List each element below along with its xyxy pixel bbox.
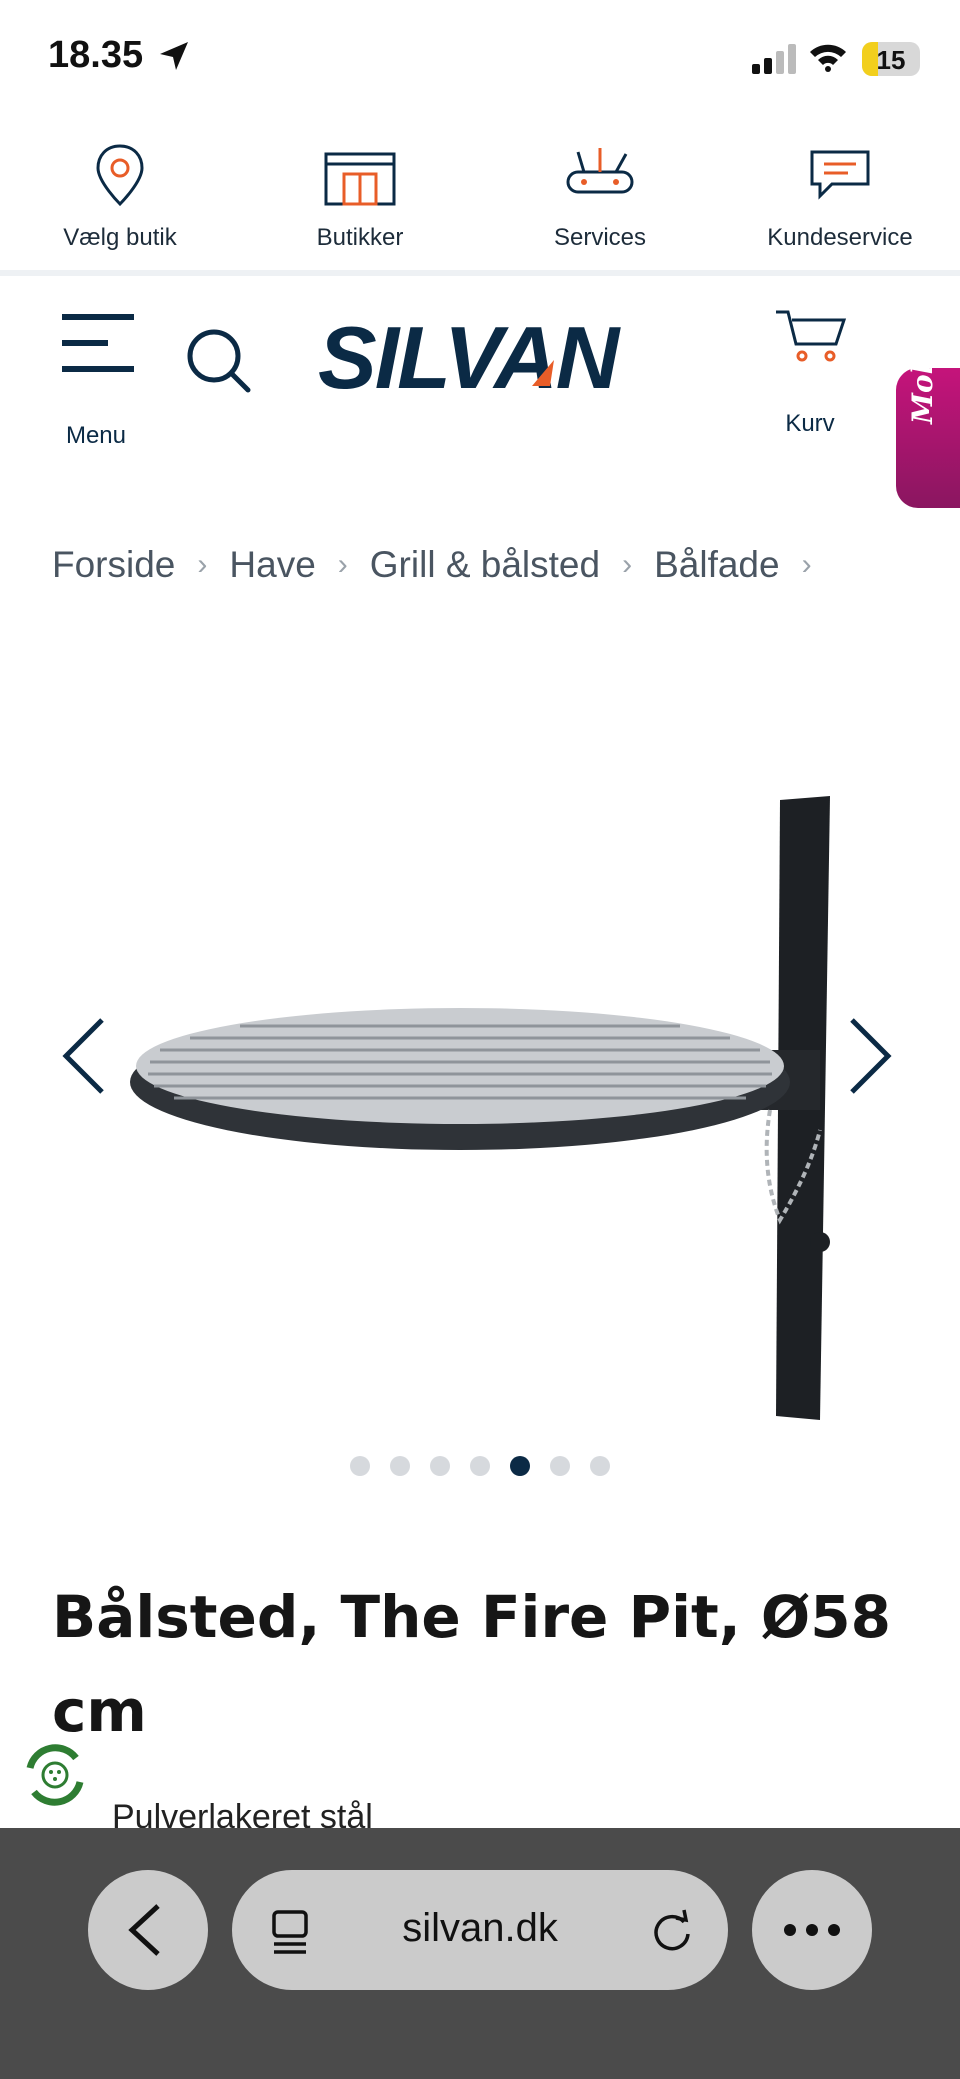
utility-item-services[interactable]: Services bbox=[480, 130, 720, 270]
utility-item-label: Butikker bbox=[316, 224, 404, 251]
chevron-right-icon: › bbox=[622, 548, 633, 581]
breadcrumb: Forside › Have › Grill & bålsted › Bålfa… bbox=[52, 540, 834, 590]
status-bar: 18.35 15 bbox=[0, 0, 960, 120]
gallery-dot[interactable] bbox=[430, 1456, 450, 1476]
gallery-dot[interactable] bbox=[470, 1456, 490, 1476]
molly-assistant-tab[interactable]: Molly bbox=[896, 337, 960, 508]
product-gallery bbox=[0, 720, 960, 1420]
utility-item-label: Vælg butik bbox=[63, 224, 177, 251]
utility-item-stores[interactable]: Butikker bbox=[240, 130, 480, 270]
utility-item-label: Kundeservice bbox=[767, 224, 913, 251]
browser-address-bar[interactable]: silvan.dk bbox=[232, 1870, 728, 1990]
battery-indicator: 15 bbox=[862, 42, 920, 76]
utility-nav: Vælg butik Butikker Services Kundeservic… bbox=[0, 120, 960, 276]
chevron-left-icon bbox=[128, 1904, 160, 1956]
hamburger-icon bbox=[62, 314, 134, 372]
menu-button[interactable]: Menu bbox=[56, 306, 136, 449]
browser-toolbar: silvan.dk bbox=[0, 1828, 960, 2079]
status-time: 18.35 bbox=[48, 34, 144, 76]
chat-icon bbox=[810, 150, 870, 200]
logo-text: SILVAN bbox=[318, 316, 622, 400]
cart-icon bbox=[776, 310, 847, 362]
silvan-logo[interactable]: SILVAN bbox=[318, 316, 644, 400]
location-arrow-icon bbox=[160, 42, 188, 70]
chevron-right-icon: › bbox=[337, 548, 348, 581]
gallery-next-arrow-icon[interactable] bbox=[846, 1016, 894, 1096]
main-header: Menu SILVAN Kurv Molly bbox=[0, 276, 960, 508]
gallery-pagination bbox=[0, 1456, 960, 1480]
browser-back-button[interactable] bbox=[88, 1870, 208, 1990]
search-icon[interactable] bbox=[186, 328, 252, 394]
breadcrumb-item[interactable]: Have bbox=[229, 544, 315, 586]
chevron-right-icon: › bbox=[801, 548, 812, 581]
gallery-dot[interactable] bbox=[350, 1456, 370, 1476]
utility-item-label: Services bbox=[553, 224, 647, 251]
breadcrumb-item[interactable]: Bålfade bbox=[654, 544, 780, 586]
breadcrumb-item[interactable]: Forside bbox=[52, 544, 175, 586]
browser-more-button[interactable] bbox=[752, 1870, 872, 1990]
reload-icon[interactable] bbox=[650, 1908, 694, 1952]
cart-button[interactable]: Kurv bbox=[770, 306, 850, 437]
wifi-icon bbox=[810, 44, 846, 72]
product-image bbox=[130, 796, 830, 1420]
product-title: Bålsted, The Fire Pit, Ø58 cm bbox=[52, 1583, 891, 1745]
gallery-dot[interactable] bbox=[550, 1456, 570, 1476]
gallery-prev-arrow-icon[interactable] bbox=[60, 1016, 108, 1096]
battery-level: 15 bbox=[876, 45, 906, 75]
cellular-signal-icon bbox=[752, 44, 796, 74]
recycle-icon[interactable] bbox=[18, 1738, 92, 1812]
gallery-dot[interactable] bbox=[390, 1456, 410, 1476]
chevron-right-icon: › bbox=[197, 548, 208, 581]
gallery-dot[interactable] bbox=[510, 1456, 530, 1476]
location-pin-icon bbox=[96, 144, 144, 207]
utility-item-choose-store[interactable]: Vælg butik bbox=[0, 130, 240, 270]
more-dots-icon bbox=[784, 1924, 840, 1936]
gallery-dot[interactable] bbox=[590, 1456, 610, 1476]
menu-label: Menu bbox=[65, 422, 127, 449]
utility-item-customer-service[interactable]: Kundeservice bbox=[720, 130, 960, 270]
multitool-icon bbox=[566, 148, 634, 194]
molly-label: Molly bbox=[906, 336, 939, 424]
store-icon bbox=[324, 152, 396, 206]
cart-label: Kurv bbox=[785, 410, 835, 437]
breadcrumb-item[interactable]: Grill & bålsted bbox=[370, 544, 600, 586]
